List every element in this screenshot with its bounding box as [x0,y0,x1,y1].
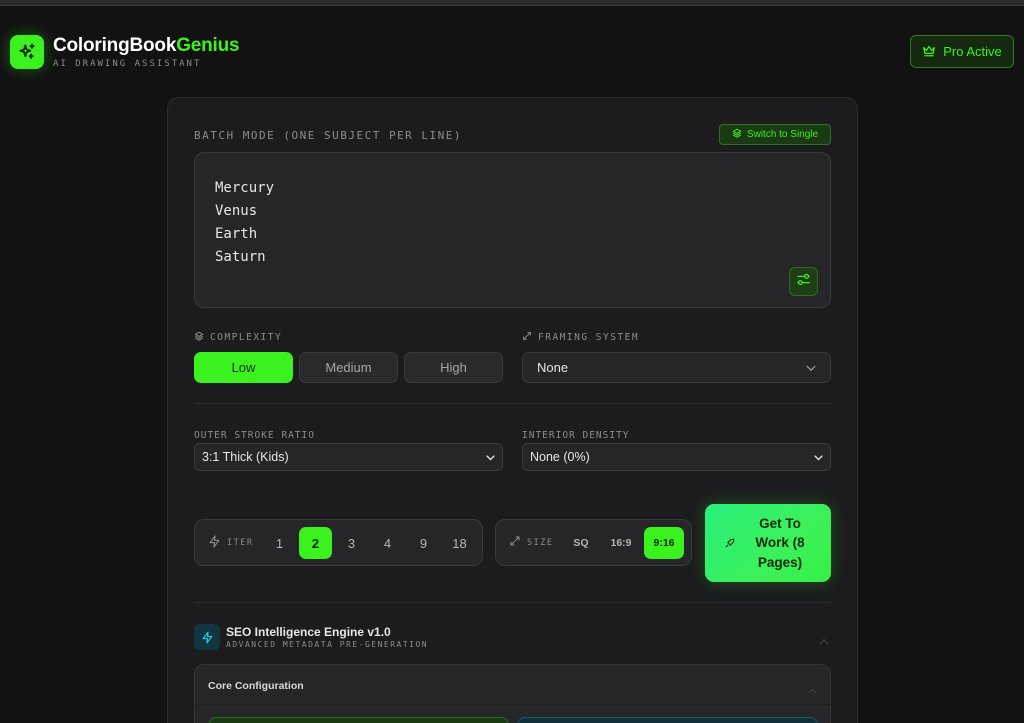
chevron-down-icon [486,450,495,464]
iter-option-9[interactable]: 9 [407,527,440,559]
get-to-work-label: Get To Work (8 Pages) [755,515,805,570]
core-configuration-title[interactable]: Core Configuration [208,680,304,692]
pro-active-label: Pro Active [943,44,1002,59]
sparkles-icon [10,35,44,69]
expand-icon [522,331,532,344]
iterations-label: ITER [208,520,253,565]
iter-option-3[interactable]: 3 [335,527,368,559]
pro-active-button[interactable]: Pro Active [910,35,1014,68]
core-configuration-panel: Core Configuration [194,664,831,723]
seo-engine-toggle[interactable]: SEO Intelligence Engine v1.0 ADVANCED ME… [194,624,831,654]
chevron-up-icon[interactable] [808,681,817,699]
sliders-icon [796,272,811,292]
divider [195,704,830,705]
settings-sliders-button[interactable] [789,267,818,296]
complexity-label: COMPLEXITY [194,331,282,344]
interior-density-value: None (0%) [530,450,590,464]
brand: ColoringBookGenius AI DRAWING ASSISTANT [10,35,240,69]
chevron-down-icon [806,360,816,375]
bolt-icon [208,535,221,551]
seo-engine-title: SEO Intelligence Engine v1.0 [226,625,391,639]
window-top-strip [0,0,1024,6]
rocket-icon [725,536,735,551]
framing-system-value: None [537,360,569,375]
layers-icon [732,128,742,141]
iter-option-1[interactable]: 1 [263,527,296,559]
batch-subjects-textarea[interactable]: Mercury Venus Earth Saturn [194,152,831,308]
chevron-down-icon [814,450,823,464]
batch-line: Venus [215,203,258,219]
iterations-group: ITER 1 2 3 4 9 18 [194,519,483,566]
complexity-low-button[interactable]: Low [194,352,293,383]
size-option-9-16[interactable]: 9:16 [644,527,684,559]
layers-icon [194,331,204,344]
interior-density-label: INTERIOR DENSITY [522,430,630,441]
batch-mode-label: BATCH MODE (ONE SUBJECT PER LINE) [194,129,463,142]
main-card: BATCH MODE (ONE SUBJECT PER LINE) Switch… [167,97,858,723]
complexity-high-button[interactable]: High [404,352,503,383]
switch-to-single-label: Switch to Single [746,129,819,140]
config-tile[interactable] [517,717,818,723]
divider [194,403,831,404]
switch-to-single-button[interactable]: Switch to Single [719,124,831,145]
seo-engine-subtitle: ADVANCED METADATA PRE-GENERATION [226,640,429,649]
framing-system-label: FRAMING SYSTEM [522,331,639,344]
iter-option-18[interactable]: 18 [443,527,476,559]
batch-line: Earth [215,226,258,242]
divider [194,602,831,603]
interior-density-select[interactable]: None (0%) [522,443,831,471]
config-tile[interactable] [208,717,509,723]
size-option-16-9[interactable]: 16:9 [602,527,640,559]
batch-line: Mercury [215,180,275,196]
get-to-work-button[interactable]: Get To Work (8 Pages) [705,504,831,582]
iter-option-4[interactable]: 4 [371,527,404,559]
outer-stroke-value: 3:1 Thick (Kids) [202,450,289,464]
size-label: SIZE [509,520,553,565]
batch-line: Saturn [215,249,266,265]
expand-icon [509,535,521,550]
complexity-medium-button[interactable]: Medium [299,352,398,383]
chevron-up-icon [819,632,829,650]
bolt-icon [194,624,220,650]
outer-stroke-label: OUTER STROKE RATIO [194,430,315,441]
size-group: SIZE SQ 16:9 9:16 [495,519,692,566]
app-title: ColoringBookGenius [53,35,240,56]
iter-option-2[interactable]: 2 [299,527,332,559]
app-subtitle: AI DRAWING ASSISTANT [53,59,202,69]
outer-stroke-select[interactable]: 3:1 Thick (Kids) [194,443,503,471]
framing-system-select[interactable]: None [522,352,831,383]
size-option-sq[interactable]: SQ [565,527,597,559]
crown-icon [922,44,936,60]
